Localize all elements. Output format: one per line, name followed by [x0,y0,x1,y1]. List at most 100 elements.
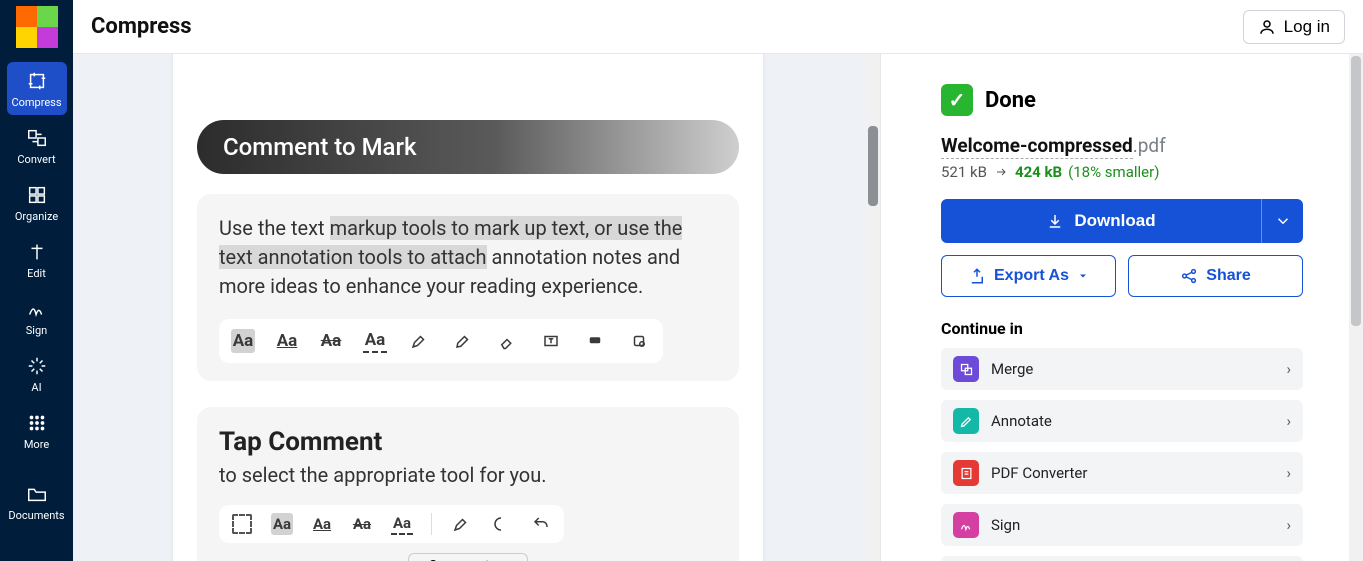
sign-icon [26,298,48,320]
chevron-right-icon: › [1286,360,1291,378]
continue-label: Continue in [941,319,1303,338]
sidebar-item-label: Sign [26,324,47,337]
area-select-icon[interactable] [231,513,253,535]
sidebar-item-more[interactable]: More [7,404,67,457]
check-icon: ✓ [941,84,973,116]
divider [431,513,432,535]
chevron-down-icon [1274,212,1292,230]
app-logo[interactable] [0,0,73,54]
chevron-right-icon: › [1286,412,1291,430]
sidebar-item-compress[interactable]: Compress [7,62,67,115]
text-card: Use the text markup tools to mark up tex… [197,194,739,381]
eraser-tool-icon[interactable] [495,329,519,353]
section2-title: Tap Comment [219,427,717,457]
results-panel: ✓ Done Welcome-compressed.pdf 521 kB 424… [880,54,1363,561]
textbox-tool-icon[interactable] [539,329,563,353]
continue-item-label: PDF Converter [991,464,1087,482]
sign-tool-icon [953,512,979,538]
continue-item-label: Annotate [991,412,1052,430]
marker-tool-icon[interactable] [407,329,431,353]
sidebar-item-organize[interactable]: Organize [7,176,67,229]
logo-icon [16,6,58,48]
user-icon [1258,18,1276,36]
filename-base: Welcome-compressed [941,134,1133,159]
section-header: Comment to Mark [197,120,739,174]
highlight-tool-icon[interactable]: Aa [231,329,255,353]
chevron-right-icon: › [1286,464,1291,482]
folder-icon [26,483,48,505]
underline-tool-icon[interactable]: Aa [275,329,299,353]
caret-down-icon [1077,270,1089,282]
continue-item-rotate[interactable]: Rotate › [941,556,1303,561]
size-row: 521 kB 424 kB (18% smaller) [941,163,1303,181]
stamp-tool-icon[interactable] [627,329,651,353]
sidebar-item-label: AI [31,381,41,394]
size-old: 521 kB [941,163,987,181]
sidebar-item-label: Convert [17,153,55,166]
ai-icon [26,355,48,377]
organize-icon [26,184,48,206]
underline-tool-icon[interactable]: Aa [311,513,333,535]
export-as-button[interactable]: Export As [941,255,1116,297]
share-button[interactable]: Share [1128,255,1303,297]
sidebar-item-label: Organize [15,210,58,223]
marker-tool-icon[interactable] [450,513,472,535]
status-text: Done [985,88,1036,113]
edit-icon [26,241,48,263]
scrollbar-thumb[interactable] [1351,56,1361,326]
highlight-tool-icon[interactable]: Aa [271,513,293,535]
continue-item-annotate[interactable]: Annotate › [941,400,1303,442]
sidebar-item-ai[interactable]: AI [7,347,67,400]
comment-chip[interactable]: Comment [408,553,528,561]
login-label: Log in [1284,17,1330,37]
continue-item-converter[interactable]: PDF Converter › [941,452,1303,494]
markup-toolbar: Aa Aa Aa Aa [219,319,663,363]
converter-icon [953,460,979,486]
squiggly-tool-icon[interactable]: Aa [363,329,387,353]
filename[interactable]: Welcome-compressed.pdf [941,134,1303,157]
squiggly-tool-icon[interactable]: Aa [391,513,413,535]
page-title: Compress [91,14,192,39]
annotate-icon [953,408,979,434]
sidebar-item-label: More [24,438,49,451]
sidebar-item-label: Documents [8,509,64,522]
undo-icon[interactable] [530,513,552,535]
sidebar-item-sign[interactable]: Sign [7,290,67,343]
strikeout-tool-icon[interactable]: Aa [319,329,343,353]
top-bar: Compress Log in [73,0,1363,54]
continue-item-merge[interactable]: Merge › [941,348,1303,390]
size-percent: (18% smaller) [1068,163,1159,181]
convert-icon [26,127,48,149]
pen-tool-icon[interactable] [451,329,475,353]
filename-ext: .pdf [1133,134,1166,157]
strikeout-tool-icon[interactable]: Aa [351,513,373,535]
document-page: Comment to Mark Use the text markup tool… [173,54,763,561]
continue-list: Merge › Annotate › PDF Converter › Sign … [941,348,1303,561]
preview-scrollbar[interactable] [866,54,880,561]
continue-item-sign[interactable]: Sign › [941,504,1303,546]
download-icon [1046,212,1064,230]
comment-toolbar: Aa Aa Aa Aa [219,505,564,543]
panel-scrollbar[interactable] [1349,54,1363,561]
size-new: 424 kB [1015,163,1062,181]
sidebar-item-convert[interactable]: Convert [7,119,67,172]
download-options-button[interactable] [1261,199,1303,243]
export-icon [968,267,986,285]
body-text: Use the text markup tools to mark up tex… [219,214,717,301]
login-button[interactable]: Log in [1243,10,1345,44]
sidebar-item-edit[interactable]: Edit [7,233,67,286]
continue-item-label: Sign [991,516,1020,534]
sidebar-item-label: Compress [11,96,61,109]
grid-icon [26,412,48,434]
chevron-right-icon: › [1286,516,1291,534]
section-card: Tap Comment to select the appropriate to… [197,407,739,561]
arrow-right-icon [993,166,1009,178]
share-icon [1180,267,1198,285]
scrollbar-thumb[interactable] [868,126,878,206]
merge-icon [953,356,979,382]
compress-icon [26,70,48,92]
sidebar-item-documents[interactable]: Documents [7,475,67,528]
note-tool-icon[interactable] [583,329,607,353]
half-circle-icon[interactable] [490,513,512,535]
download-button[interactable]: Download [941,199,1261,243]
